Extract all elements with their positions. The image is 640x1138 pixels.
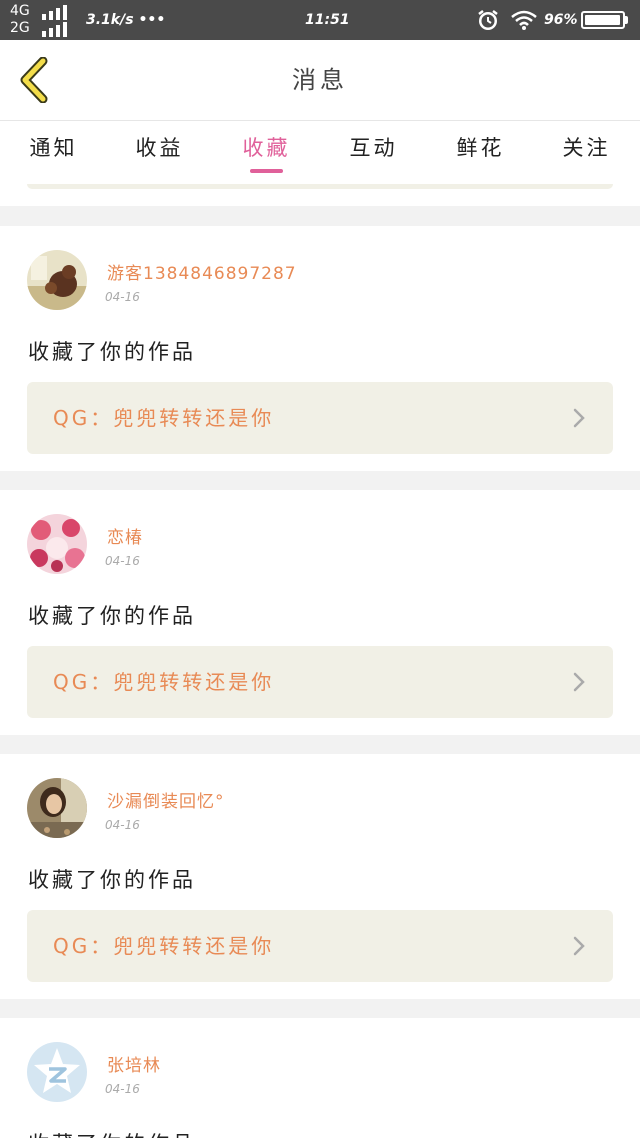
tab-follows[interactable]: 关注	[533, 121, 640, 185]
status-dots: •••	[138, 12, 166, 28]
avatar[interactable]	[27, 1042, 87, 1102]
qzone-star-avatar-icon	[27, 1042, 87, 1102]
tab-earnings[interactable]: 收益	[106, 121, 213, 185]
notification-date: 04-16	[105, 1082, 140, 1096]
notification-date: 04-16	[105, 818, 140, 832]
action-text: 收藏了你的作品	[28, 1128, 196, 1138]
notification-card: 张培林 04-16 收藏了你的作品	[0, 1018, 640, 1138]
notification-card: 恋椿 04-16 收藏了你的作品 QG：兜兜转转还是你	[0, 490, 640, 735]
anime-girl-avatar-icon	[27, 514, 87, 574]
battery-percent: 96%	[544, 12, 578, 28]
tab-notifications[interactable]: 通知	[0, 121, 107, 185]
signal-icon	[42, 5, 67, 37]
action-text: 收藏了你的作品	[28, 868, 196, 892]
work-title: QG：兜兜转转还是你	[53, 670, 275, 694]
work-title: QG：兜兜转转还是你	[53, 406, 275, 430]
avatar[interactable]	[27, 514, 87, 574]
navigation-bar: 消息	[0, 40, 640, 120]
action-text: 收藏了你的作品	[28, 604, 196, 628]
avatar[interactable]	[27, 250, 87, 310]
network-speed: 3.1k/s •••	[86, 12, 166, 28]
work-link[interactable]: QG：兜兜转转还是你	[27, 382, 613, 454]
girl-photo-avatar-icon	[27, 778, 87, 838]
work-link[interactable]: QG：兜兜转转还是你	[27, 646, 613, 718]
avatar[interactable]	[27, 778, 87, 838]
battery-tip	[625, 16, 628, 24]
clock-time: 11:51	[305, 12, 350, 28]
alarm-icon	[478, 10, 498, 30]
previous-work-link-fragment	[27, 184, 613, 189]
network-type-top: 4G	[10, 3, 30, 19]
battery-fill	[585, 15, 620, 25]
page-title: 消息	[292, 66, 348, 94]
username[interactable]: 张培林	[107, 1051, 161, 1076]
notification-card: 沙漏倒装回忆° 04-16 收藏了你的作品 QG：兜兜转转还是你	[0, 754, 640, 999]
battery-icon	[581, 11, 625, 29]
username[interactable]: 沙漏倒装回忆°	[107, 787, 225, 812]
wifi-icon	[511, 10, 537, 30]
network-type: 4G 2G	[10, 3, 30, 37]
network-type-bottom: 2G	[10, 20, 30, 36]
action-text: 收藏了你的作品	[28, 340, 196, 364]
chevron-right-icon	[573, 672, 585, 692]
work-link[interactable]: QG：兜兜转转还是你	[27, 910, 613, 982]
chevron-right-icon	[573, 408, 585, 428]
status-bar: 4G 2G 3.1k/s ••• 11:51 96%	[0, 0, 640, 40]
tab-favorites[interactable]: 收藏	[213, 121, 320, 185]
tab-interactions[interactable]: 互动	[320, 121, 427, 185]
tab-flowers[interactable]: 鲜花	[427, 121, 534, 185]
notification-date: 04-16	[105, 290, 140, 304]
work-title: QG：兜兜转转还是你	[53, 934, 275, 958]
bear-photo-avatar-icon	[27, 250, 87, 310]
username[interactable]: 恋椿	[107, 523, 143, 548]
notification-date: 04-16	[105, 554, 140, 568]
notification-card: 游客1384846897287 04-16 收藏了你的作品 QG：兜兜转转还是你	[0, 226, 640, 471]
previous-card-fragment	[0, 184, 640, 206]
active-tab-indicator	[250, 169, 283, 173]
username[interactable]: 游客1384846897287	[107, 259, 297, 284]
chevron-right-icon	[573, 936, 585, 956]
tab-bar: 通知 收益 收藏 互动 鲜花 关注	[0, 120, 640, 184]
